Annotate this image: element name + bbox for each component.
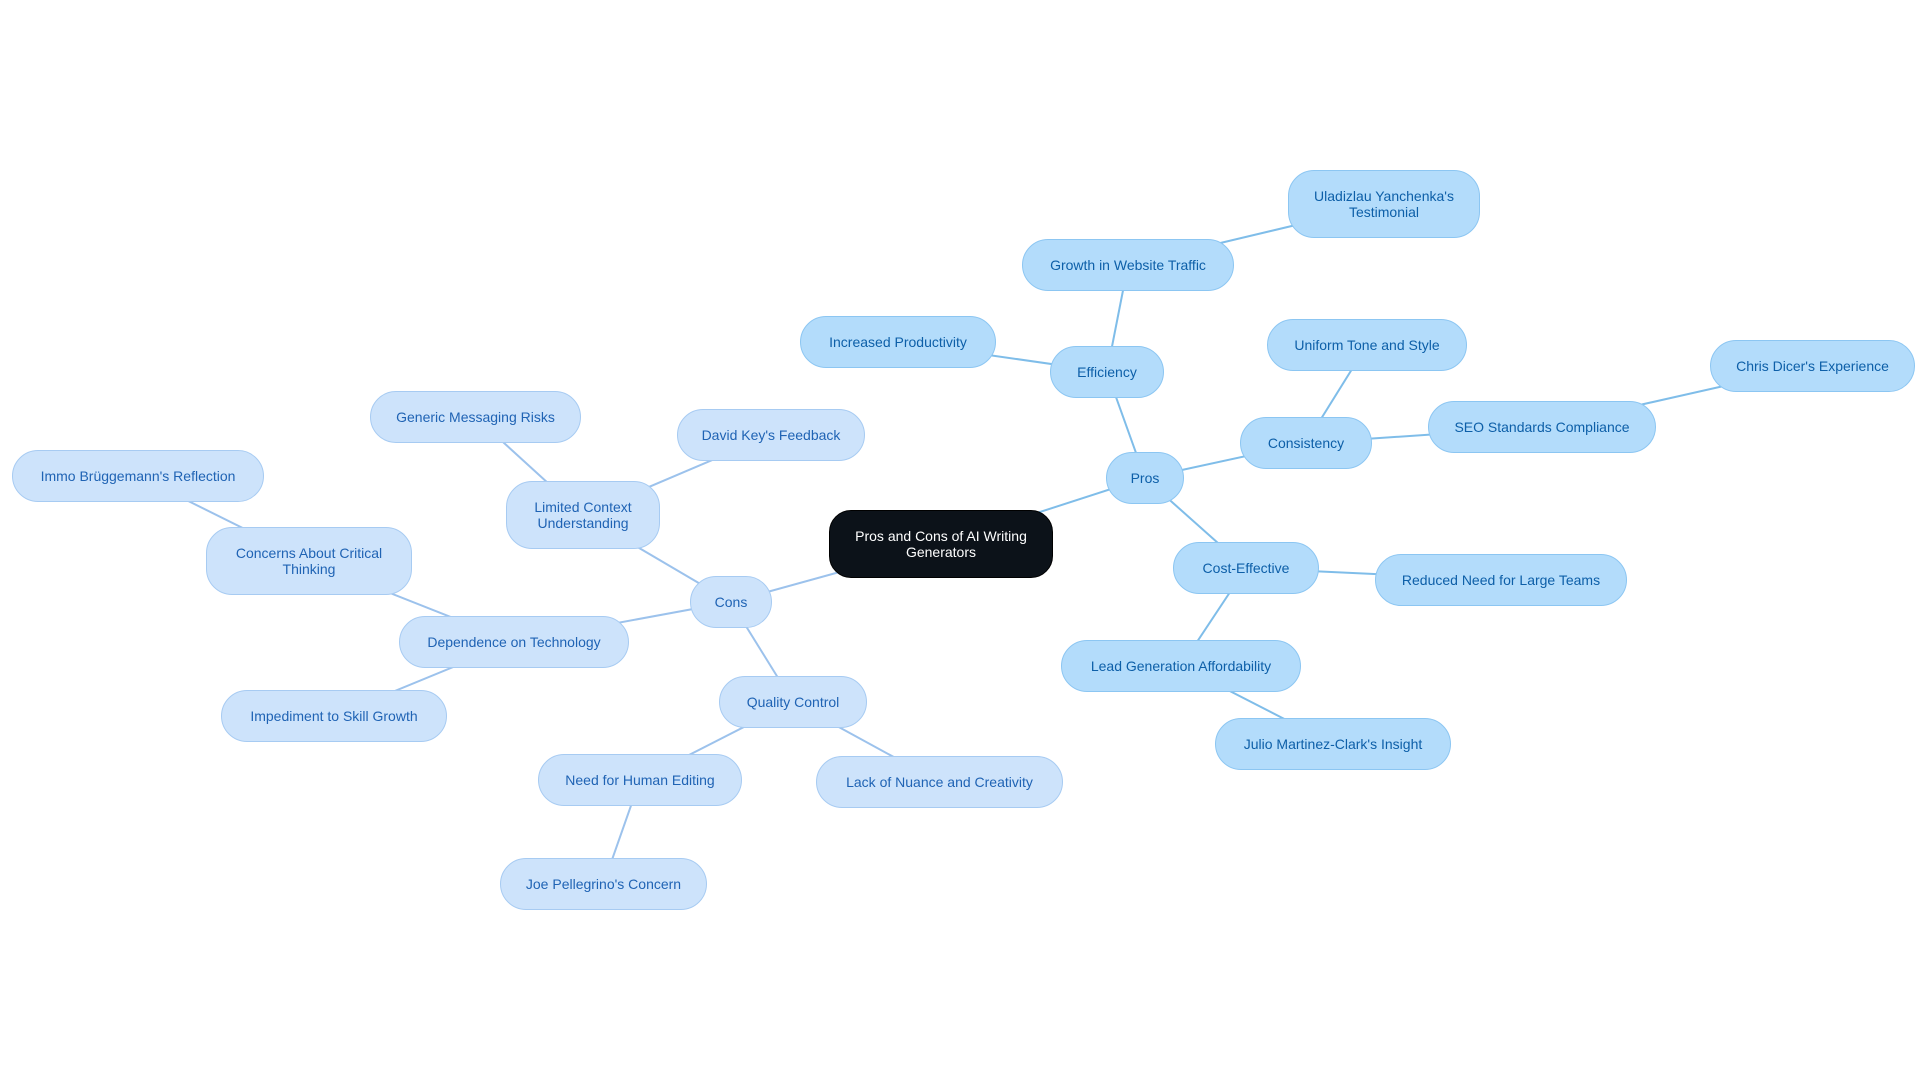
mindmap-node-dicer[interactable]: Chris Dicer's Experience xyxy=(1710,340,1915,392)
node-label: Pros and Cons of AI Writing Generators xyxy=(855,528,1027,560)
node-label: Consistency xyxy=(1267,435,1345,451)
node-label: Dependence on Technology xyxy=(427,634,601,650)
mindmap-node-pros[interactable]: Pros xyxy=(1106,452,1184,504)
node-label: Immo Brüggemann's Reflection xyxy=(40,468,236,484)
node-label: Generic Messaging Risks xyxy=(396,409,555,425)
mindmap-node-cost[interactable]: Cost-Effective xyxy=(1173,542,1319,594)
node-label: Increased Productivity xyxy=(829,334,967,350)
mindmap-node-uniform[interactable]: Uniform Tone and Style xyxy=(1267,319,1467,371)
node-label: Julio Martinez-Clark's Insight xyxy=(1243,736,1423,752)
node-label: Uladizlau Yanchenka's Testimonial xyxy=(1314,188,1454,220)
mindmap-node-immo[interactable]: Immo Brüggemann's Reflection xyxy=(12,450,264,502)
mindmap-node-david[interactable]: David Key's Feedback xyxy=(677,409,865,461)
mindmap-node-uladzislau[interactable]: Uladizlau Yanchenka's Testimonial xyxy=(1288,170,1480,238)
mindmap-node-dependence[interactable]: Dependence on Technology xyxy=(399,616,629,668)
mindmap-node-editing[interactable]: Need for Human Editing xyxy=(538,754,742,806)
node-label: Cons xyxy=(714,594,748,610)
mindmap-node-consistency[interactable]: Consistency xyxy=(1240,417,1372,469)
node-label: Need for Human Editing xyxy=(565,772,715,788)
node-label: Lead Generation Affordability xyxy=(1090,658,1272,674)
mindmap-node-critical[interactable]: Concerns About Critical Thinking xyxy=(206,527,412,595)
node-label: Impediment to Skill Growth xyxy=(250,708,418,724)
mindmap-node-quality[interactable]: Quality Control xyxy=(719,676,867,728)
node-label: Cost-Effective xyxy=(1202,560,1290,576)
node-label: Uniform Tone and Style xyxy=(1294,337,1440,353)
mindmap-node-teams[interactable]: Reduced Need for Large Teams xyxy=(1375,554,1627,606)
node-label: Reduced Need for Large Teams xyxy=(1401,572,1601,588)
mindmap-node-cons[interactable]: Cons xyxy=(690,576,772,628)
node-label: Chris Dicer's Experience xyxy=(1736,358,1889,374)
node-label: Efficiency xyxy=(1077,364,1137,380)
node-label: David Key's Feedback xyxy=(701,427,841,443)
node-label: Limited Context Understanding xyxy=(534,499,632,531)
mindmap-node-skill[interactable]: Impediment to Skill Growth xyxy=(221,690,447,742)
mindmap-root-node[interactable]: Pros and Cons of AI Writing Generators xyxy=(829,510,1053,578)
mindmap-node-productivity[interactable]: Increased Productivity xyxy=(800,316,996,368)
node-label: Growth in Website Traffic xyxy=(1050,257,1206,273)
node-label: SEO Standards Compliance xyxy=(1454,419,1630,435)
mindmap-node-nuance[interactable]: Lack of Nuance and Creativity xyxy=(816,756,1063,808)
node-label: Lack of Nuance and Creativity xyxy=(846,774,1033,790)
mindmap-node-generic[interactable]: Generic Messaging Risks xyxy=(370,391,581,443)
mindmap-node-joe[interactable]: Joe Pellegrino's Concern xyxy=(500,858,707,910)
mindmap-node-julio[interactable]: Julio Martinez-Clark's Insight xyxy=(1215,718,1451,770)
node-label: Quality Control xyxy=(746,694,840,710)
node-label: Concerns About Critical Thinking xyxy=(235,545,383,577)
mindmap-node-lead[interactable]: Lead Generation Affordability xyxy=(1061,640,1301,692)
node-label: Joe Pellegrino's Concern xyxy=(525,876,682,892)
mindmap-node-limited[interactable]: Limited Context Understanding xyxy=(506,481,660,549)
mindmap-node-seo[interactable]: SEO Standards Compliance xyxy=(1428,401,1656,453)
mindmap-node-growth[interactable]: Growth in Website Traffic xyxy=(1022,239,1234,291)
node-label: Pros xyxy=(1130,470,1160,486)
mindmap-node-efficiency[interactable]: Efficiency xyxy=(1050,346,1164,398)
